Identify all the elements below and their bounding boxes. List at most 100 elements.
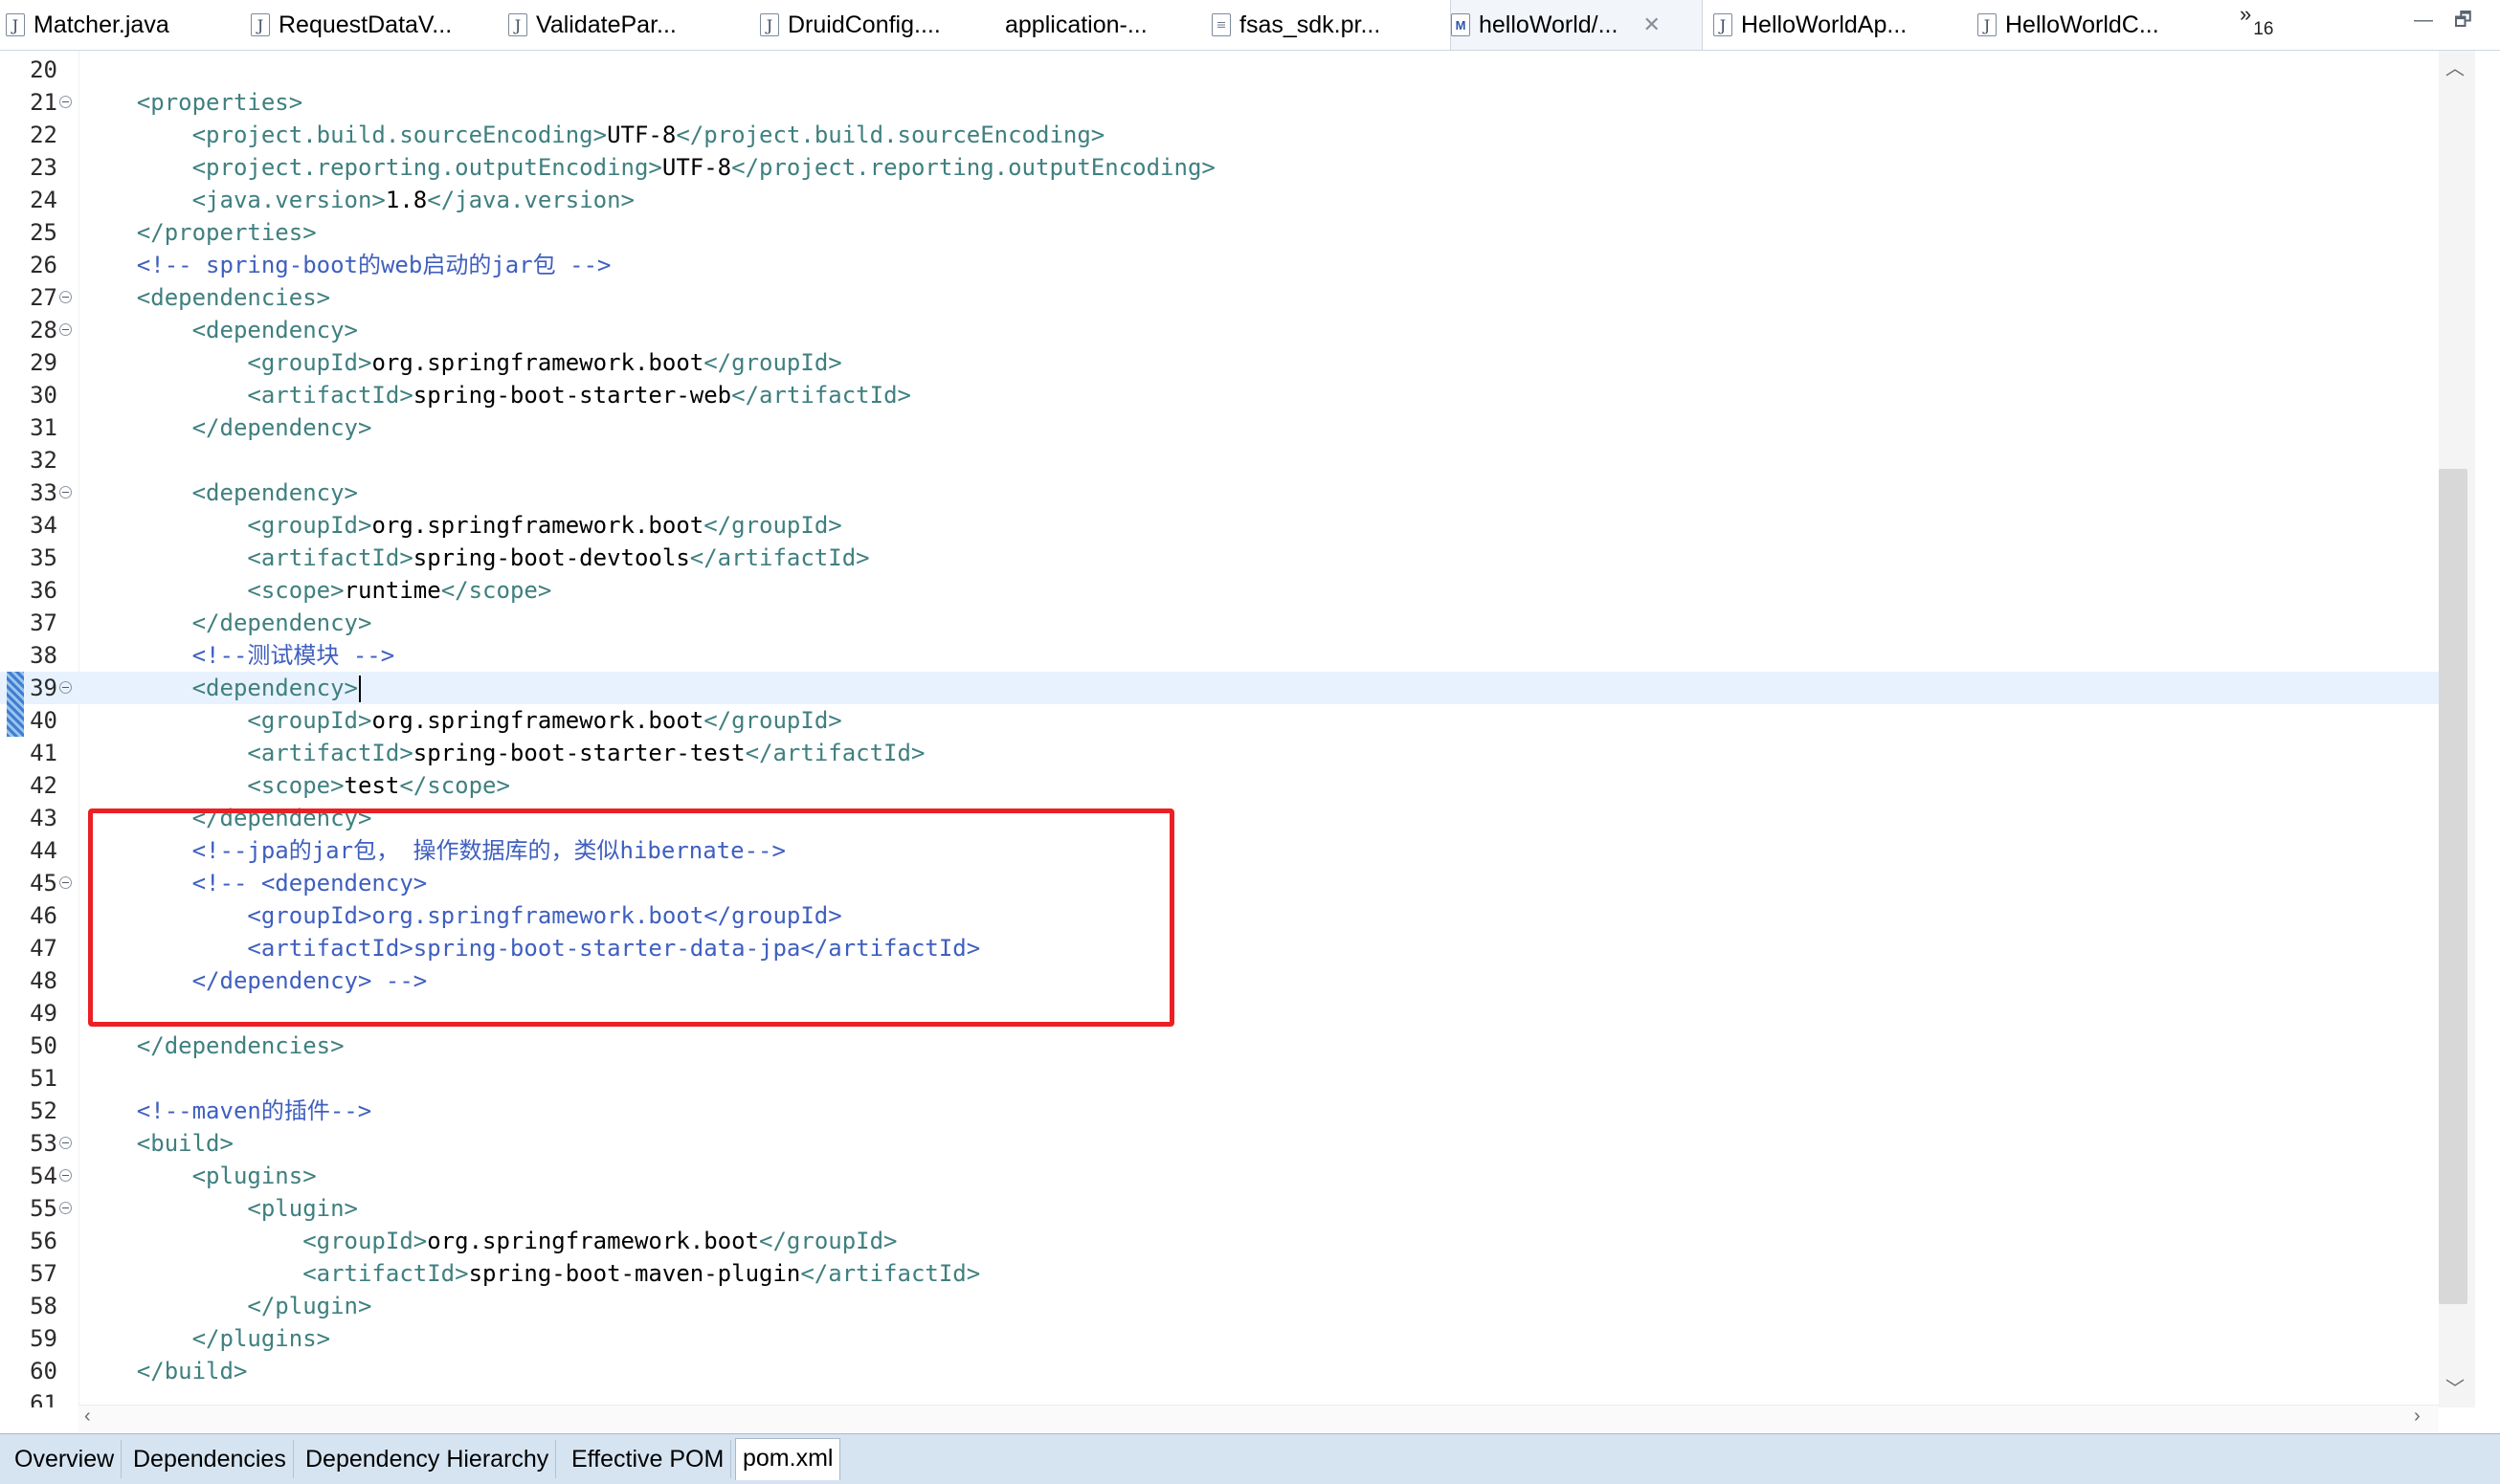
code-line[interactable]: 38 <!--测试模块 --> bbox=[0, 639, 2439, 672]
code-line[interactable]: 55 <plugin> bbox=[0, 1192, 2439, 1225]
line-number: 42 bbox=[30, 772, 57, 799]
code-line[interactable]: 26 <!-- spring-boot的web启动的jar包 --> bbox=[0, 249, 2439, 281]
scroll-down-icon[interactable]: ﹀ bbox=[2445, 1373, 2465, 1401]
tab-4[interactable]: application-... bbox=[1005, 0, 1206, 50]
code-line[interactable]: 21 <properties> bbox=[0, 86, 2439, 119]
page-tab-dependency-hierarchy[interactable]: Dependency Hierarchy bbox=[299, 1440, 557, 1478]
code-line[interactable]: 36 <scope>runtime</scope> bbox=[0, 574, 2439, 607]
scroll-up-icon[interactable]: ︿ bbox=[2445, 53, 2465, 80]
xml-tag: <groupId> bbox=[247, 512, 372, 539]
code-text: <artifactId>spring-boot-maven-plugin</ar… bbox=[81, 1257, 980, 1290]
line-number: 43 bbox=[30, 805, 57, 831]
minimize-icon[interactable]: — bbox=[2414, 10, 2454, 31]
fold-collapse-icon[interactable] bbox=[59, 96, 72, 108]
restore-icon[interactable]: 🗗 bbox=[2454, 10, 2493, 31]
tab-8[interactable]: J HelloWorldC... bbox=[1977, 0, 2226, 50]
tab-overflow-button[interactable]: »16 bbox=[2240, 2, 2273, 39]
code-line[interactable]: 23 <project.reporting.outputEncoding>UTF… bbox=[0, 151, 2439, 184]
code-line[interactable]: 34 <groupId>org.springframework.boot</gr… bbox=[0, 509, 2439, 542]
fold-collapse-icon[interactable] bbox=[59, 1169, 72, 1182]
close-tab-icon[interactable]: ✕ bbox=[1642, 12, 1660, 37]
code-line[interactable]: 32 bbox=[0, 444, 2439, 476]
tab-1[interactable]: J RequestDataV... bbox=[251, 0, 502, 50]
tab-7[interactable]: J HelloWorldAp... bbox=[1713, 0, 1970, 50]
code-line[interactable]: 60 </build> bbox=[0, 1355, 2439, 1387]
vertical-scrollbar[interactable]: ︿ ﹀ bbox=[2439, 51, 2475, 1407]
xml-comment: <!--测试模块 --> bbox=[191, 642, 395, 669]
line-number: 56 bbox=[30, 1228, 57, 1254]
code-line[interactable]: 53 <build> bbox=[0, 1127, 2439, 1160]
fold-collapse-icon[interactable] bbox=[59, 323, 72, 336]
maven-pom-icon: M bbox=[1451, 13, 1470, 36]
code-line[interactable]: 27 <dependencies> bbox=[0, 281, 2439, 314]
fold-collapse-icon[interactable] bbox=[59, 1202, 72, 1214]
line-number: 22 bbox=[30, 122, 57, 148]
code-text: <!--测试模块 --> bbox=[81, 639, 395, 672]
code-line[interactable]: 22 <project.build.sourceEncoding>UTF-8</… bbox=[0, 119, 2439, 151]
code-line[interactable]: 31 </dependency> bbox=[0, 411, 2439, 444]
code-text: <groupId>org.springframework.boot</group… bbox=[81, 346, 841, 379]
code-line[interactable]: 41 <artifactId>spring-boot-starter-test<… bbox=[0, 737, 2439, 769]
page-tab-overview[interactable]: Overview bbox=[8, 1440, 123, 1478]
xml-text: spring-boot-starter-test bbox=[413, 740, 746, 766]
line-number: 21 bbox=[30, 89, 57, 116]
xml-tag: <artifactId> bbox=[247, 740, 413, 766]
scroll-right-icon[interactable]: › bbox=[2414, 1406, 2421, 1428]
fold-collapse-icon[interactable] bbox=[59, 1137, 72, 1149]
xml-tag: </java.version> bbox=[427, 187, 635, 213]
scroll-left-icon[interactable]: ‹ bbox=[84, 1406, 91, 1428]
line-number: 35 bbox=[30, 544, 57, 571]
fold-collapse-icon[interactable] bbox=[59, 291, 72, 303]
page-tab-effective-pom[interactable]: Effective POM bbox=[565, 1440, 732, 1478]
code-line[interactable]: 56 <groupId>org.springframework.boot</gr… bbox=[0, 1225, 2439, 1257]
line-number: 44 bbox=[30, 837, 57, 864]
tab-5[interactable]: ≡ fsas_sdk.pr... bbox=[1212, 0, 1445, 50]
code-line[interactable]: 24 <java.version>1.8</java.version> bbox=[0, 184, 2439, 216]
tab-6[interactable]: MhelloWorld/... ✕ bbox=[1450, 0, 1703, 50]
code-line[interactable]: 28 <dependency> bbox=[0, 314, 2439, 346]
horizontal-scrollbar[interactable]: ‹ › bbox=[78, 1405, 2439, 1432]
code-line[interactable]: 30 <artifactId>spring-boot-starter-web</… bbox=[0, 379, 2439, 411]
code-line[interactable]: 50 </dependencies> bbox=[0, 1030, 2439, 1062]
tab-2[interactable]: J ValidatePar... bbox=[508, 0, 753, 50]
xml-tag: </artifactId> bbox=[745, 740, 926, 766]
code-line[interactable]: 35 <artifactId>spring-boot-devtools</art… bbox=[0, 542, 2439, 574]
page-tab-pom-xml[interactable]: pom.xml bbox=[735, 1438, 841, 1480]
tab-3[interactable]: J DruidConfig.... bbox=[760, 0, 999, 50]
fold-collapse-icon[interactable] bbox=[59, 681, 72, 694]
code-line[interactable]: 51 bbox=[0, 1062, 2439, 1095]
code-line[interactable]: 25 </properties> bbox=[0, 216, 2439, 249]
code-line[interactable]: 20 bbox=[0, 54, 2439, 86]
tab-0[interactable]: J Matcher.java bbox=[6, 0, 245, 50]
code-line[interactable]: 58 </plugin> bbox=[0, 1290, 2439, 1322]
line-number: 52 bbox=[30, 1097, 57, 1124]
code-line[interactable]: 33 <dependency> bbox=[0, 476, 2439, 509]
code-line[interactable]: 57 <artifactId>spring-boot-maven-plugin<… bbox=[0, 1257, 2439, 1290]
code-line[interactable]: 52 <!--maven的插件--> bbox=[0, 1095, 2439, 1127]
code-line[interactable]: 42 <scope>test</scope> bbox=[0, 769, 2439, 802]
fold-collapse-icon[interactable] bbox=[59, 876, 72, 889]
code-line[interactable]: 59 </plugins> bbox=[0, 1322, 2439, 1355]
code-line[interactable]: 40 <groupId>org.springframework.boot</gr… bbox=[0, 704, 2439, 737]
code-line[interactable]: 29 <groupId>org.springframework.boot</gr… bbox=[0, 346, 2439, 379]
code-line[interactable]: 37 </dependency> bbox=[0, 607, 2439, 639]
java-file-icon: J bbox=[508, 13, 527, 36]
xml-tag: <dependency> bbox=[191, 479, 358, 506]
red-highlight-box bbox=[88, 808, 1174, 1027]
xml-source-editor[interactable]: 20 21 <properties> 22 <project.build.sourc… bbox=[0, 51, 2439, 1407]
page-tab-dependencies[interactable]: Dependencies bbox=[126, 1440, 294, 1478]
fold-collapse-icon[interactable] bbox=[59, 486, 72, 498]
vertical-scroll-thumb[interactable] bbox=[2439, 469, 2467, 1304]
code-line[interactable]: 39 <dependency> bbox=[0, 672, 2439, 704]
xml-tag: <groupId> bbox=[247, 349, 372, 376]
code-line[interactable]: 54 <plugins> bbox=[0, 1160, 2439, 1192]
